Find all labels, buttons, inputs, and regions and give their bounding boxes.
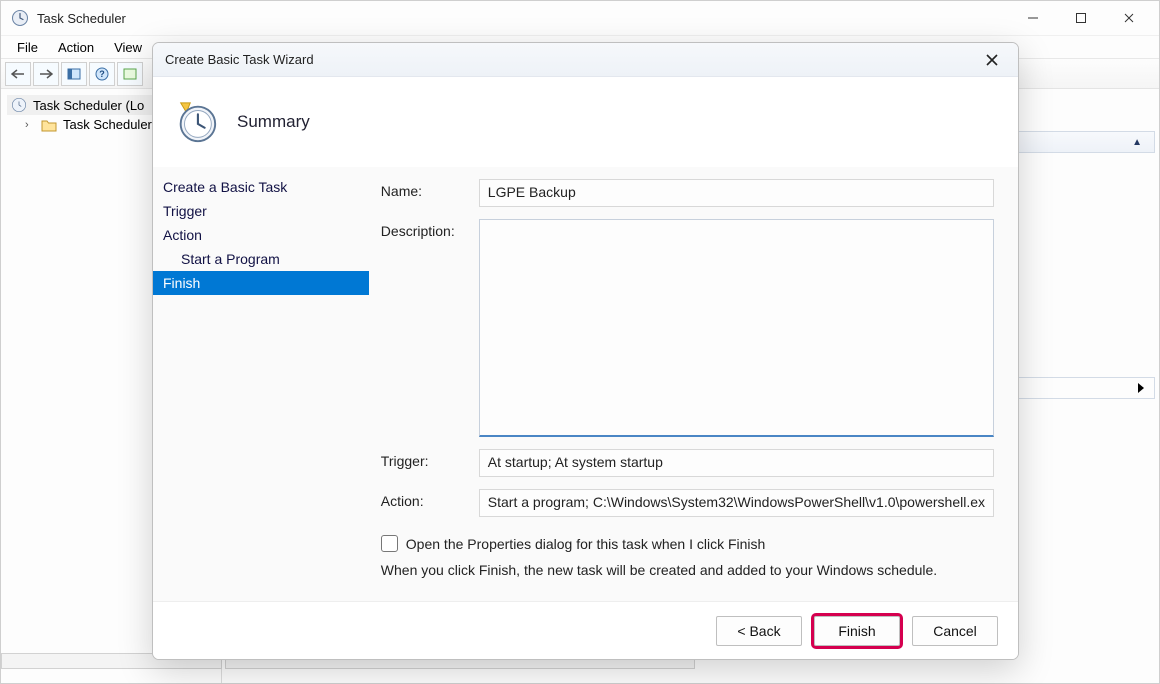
folder-icon <box>41 118 57 132</box>
dialog-footer: < Back Finish Cancel <box>153 601 1018 659</box>
open-properties-label: Open the Properties dialog for this task… <box>406 536 766 552</box>
task-scheduler-icon <box>11 9 29 27</box>
tree-child-label: Task Scheduler <box>63 117 152 132</box>
step-trigger[interactable]: Trigger <box>153 199 369 223</box>
trigger-field: At startup; At system startup <box>479 449 994 477</box>
arrow-right-icon <box>1138 383 1144 393</box>
back-button[interactable]: < Back <box>716 616 802 646</box>
wizard-clock-icon <box>173 99 219 145</box>
main-window-title: Task Scheduler <box>37 11 1009 26</box>
maximize-button[interactable] <box>1057 1 1105 35</box>
dialog-title: Create Basic Task Wizard <box>165 52 978 67</box>
name-label: Name: <box>381 179 479 199</box>
wizard-step-list: Create a Basic Task Trigger Action Start… <box>153 167 369 601</box>
cancel-button-label: Cancel <box>933 623 977 639</box>
step-start-a-program[interactable]: Start a Program <box>153 247 369 271</box>
window-controls <box>1009 1 1153 35</box>
collapse-up-icon: ▲ <box>1132 137 1154 148</box>
cancel-button[interactable]: Cancel <box>912 616 998 646</box>
wizard-section-title: Summary <box>237 112 310 132</box>
finish-button[interactable]: Finish <box>814 616 900 646</box>
action-label: Action: <box>381 489 479 509</box>
menu-file[interactable]: File <box>7 38 48 57</box>
close-button[interactable] <box>1105 1 1153 35</box>
dialog-titlebar: Create Basic Task Wizard <box>153 43 1018 77</box>
open-properties-row[interactable]: Open the Properties dialog for this task… <box>381 535 994 552</box>
name-field: LGPE Backup <box>479 179 994 207</box>
dialog-header: Summary <box>153 77 1018 167</box>
dialog-body: Create a Basic Task Trigger Action Start… <box>153 167 1018 601</box>
main-titlebar: Task Scheduler <box>1 1 1159 35</box>
back-button-label: < Back <box>737 623 780 639</box>
menu-view[interactable]: View <box>104 38 152 57</box>
step-action[interactable]: Action <box>153 223 369 247</box>
svg-text:?: ? <box>99 69 105 79</box>
step-create-basic-task[interactable]: Create a Basic Task <box>153 175 369 199</box>
description-label: Description: <box>381 219 479 239</box>
tree-root-label: Task Scheduler (Lo <box>33 98 144 113</box>
toolbar-back-button[interactable] <box>5 62 31 86</box>
finish-note: When you click Finish, the new task will… <box>381 562 994 578</box>
toolbar-panel-button[interactable] <box>61 62 87 86</box>
open-properties-checkbox[interactable] <box>381 535 398 552</box>
trigger-label: Trigger: <box>381 449 479 469</box>
toolbar-forward-button[interactable] <box>33 62 59 86</box>
description-field[interactable] <box>479 219 994 437</box>
dialog-close-button[interactable] <box>978 46 1006 74</box>
step-finish[interactable]: Finish <box>153 271 369 295</box>
wizard-form: Name: LGPE Backup Description: Trigger: … <box>369 167 1018 601</box>
minimize-button[interactable] <box>1009 1 1057 35</box>
tree-expand-icon[interactable]: › <box>25 119 35 131</box>
clock-icon <box>11 97 27 113</box>
toolbar-help-button[interactable]: ? <box>89 62 115 86</box>
menu-action[interactable]: Action <box>48 38 104 57</box>
create-basic-task-wizard-dialog: Create Basic Task Wizard Summary Create … <box>152 42 1019 660</box>
finish-button-label: Finish <box>838 623 875 639</box>
toolbar-extra-button[interactable] <box>117 62 143 86</box>
action-field: Start a program; C:\Windows\System32\Win… <box>479 489 994 517</box>
